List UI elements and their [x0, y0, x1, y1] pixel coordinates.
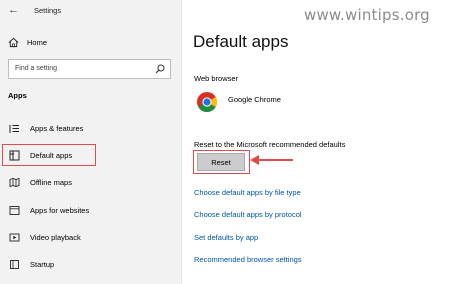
- watermark: www.wintips.org: [304, 6, 430, 24]
- search-placeholder: Find a setting: [15, 65, 58, 72]
- sidebar-item-label: Default apps: [30, 150, 73, 160]
- sidebar-item-label: Apps for websites: [30, 205, 90, 215]
- link-set-defaults-by-app[interactable]: Set defaults by app: [194, 233, 258, 242]
- back-arrow-icon[interactable]: ←: [8, 4, 19, 16]
- list-icon: [8, 122, 20, 134]
- link-recommended-browser-settings[interactable]: Recommended browser settings: [194, 255, 302, 264]
- sidebar-item-label: Video playback: [30, 232, 81, 242]
- reset-heading: Reset to the Microsoft recommended defau…: [194, 140, 346, 149]
- sidebar-item-offline-maps[interactable]: Offline maps: [3, 172, 176, 192]
- home-label: Home: [27, 37, 48, 47]
- link-choose-by-file-type[interactable]: Choose default apps by file type: [194, 188, 301, 197]
- web-browser-heading: Web browser: [194, 74, 239, 83]
- sidebar-item-label: Startup: [30, 259, 55, 269]
- startup-icon: [8, 258, 20, 270]
- websites-icon: [8, 204, 20, 216]
- web-browser-selector[interactable]: Google Chrome: [196, 91, 281, 113]
- sidebar-item-default-apps[interactable]: Default apps: [2, 144, 96, 166]
- home-nav[interactable]: Home: [8, 34, 47, 50]
- chrome-icon: [197, 92, 217, 112]
- sidebar-item-startup[interactable]: Startup: [3, 254, 176, 274]
- red-arrow-icon: [250, 155, 293, 165]
- title-bar: ← Settings: [0, 0, 181, 24]
- page-title: Default apps: [193, 32, 289, 51]
- main-content: www.wintips.org Default apps Web browser…: [182, 0, 474, 284]
- sidebar-item-label: Offline maps: [30, 177, 72, 187]
- sidebar: ← Settings Home Find a setting Apps Apps…: [0, 0, 182, 284]
- sidebar-item-video-playback[interactable]: Video playback: [3, 227, 176, 247]
- search-icon[interactable]: [155, 64, 165, 74]
- video-icon: [8, 231, 20, 243]
- sidebar-item-apps-for-websites[interactable]: Apps for websites: [3, 200, 176, 220]
- sidebar-item-label: Apps & features: [30, 123, 84, 133]
- search-input[interactable]: Find a setting: [8, 59, 171, 79]
- browser-name: Google Chrome: [228, 94, 281, 104]
- link-choose-by-protocol[interactable]: Choose default apps by protocol: [194, 210, 302, 219]
- apps-section-heading: Apps: [8, 91, 27, 100]
- sidebar-item-apps-features[interactable]: Apps & features: [3, 118, 176, 138]
- window-title: Settings: [34, 6, 62, 15]
- default-apps-icon: [8, 149, 20, 161]
- map-icon: [8, 176, 20, 188]
- reset-button[interactable]: Reset: [197, 153, 245, 171]
- home-icon: [8, 37, 19, 47]
